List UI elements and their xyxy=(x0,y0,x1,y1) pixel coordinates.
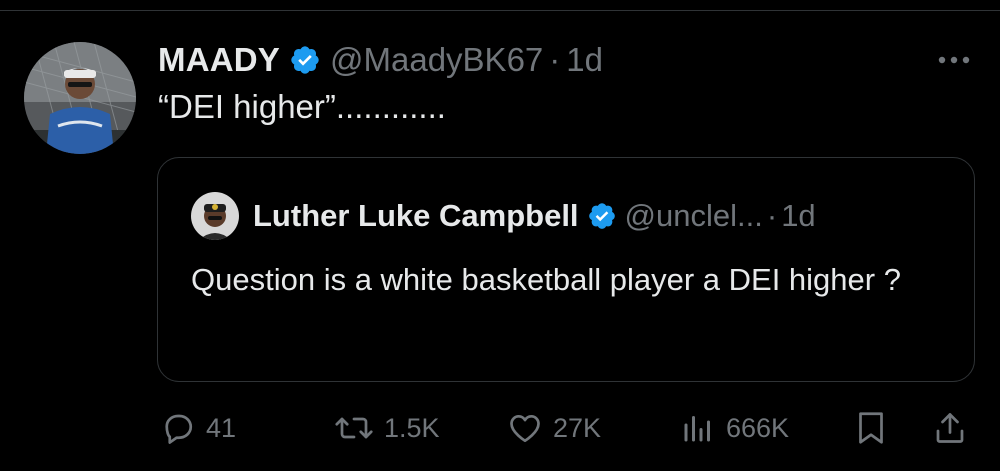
quoted-author-avatar-image xyxy=(191,192,239,240)
author-avatar-image xyxy=(24,42,136,154)
share-icon xyxy=(932,409,968,447)
top-divider xyxy=(0,10,1000,11)
tweet-header: MAADY @MaadyBK67 · 1d xyxy=(158,38,603,82)
tweet-text: “DEI higher”............ xyxy=(158,88,446,125)
like-icon xyxy=(507,410,543,446)
bookmark-button[interactable] xyxy=(853,406,889,450)
verified-badge-icon xyxy=(587,201,617,231)
quoted-timestamp[interactable]: 1d xyxy=(781,198,815,234)
separator-dot: · xyxy=(766,198,778,233)
views-button[interactable]: 666K xyxy=(680,406,789,450)
retweet-button[interactable]: 1.5K xyxy=(334,406,440,450)
reply-button[interactable]: 41 xyxy=(160,406,236,450)
more-icon[interactable] xyxy=(936,50,972,70)
quoted-author-handle[interactable]: @unclel... xyxy=(625,198,763,234)
quoted-tweet-card[interactable]: Luther Luke Campbell @unclel... · 1d Que… xyxy=(157,157,975,382)
action-bar: 41 1.5K 27K 666K xyxy=(0,400,1000,456)
timestamp[interactable]: 1d xyxy=(566,41,603,79)
reply-count: 41 xyxy=(206,412,237,443)
views-count: 666K xyxy=(726,412,790,443)
reply-icon xyxy=(160,410,196,446)
author-avatar[interactable] xyxy=(24,42,136,154)
author-handle[interactable]: @MaadyBK67 xyxy=(330,41,543,79)
share-button[interactable] xyxy=(932,406,968,450)
quoted-author-name[interactable]: Luther Luke Campbell xyxy=(253,198,579,234)
retweet-icon xyxy=(334,410,374,446)
like-count: 27K xyxy=(553,412,602,443)
verified-badge-icon xyxy=(289,44,321,76)
views-icon xyxy=(680,410,716,446)
author-name[interactable]: MAADY xyxy=(158,41,280,79)
like-button[interactable]: 27K xyxy=(507,406,601,450)
quoted-tweet-header: Luther Luke Campbell @unclel... · 1d xyxy=(253,195,816,237)
quoted-tweet-text: Question is a white basketball player a … xyxy=(191,262,901,297)
bookmark-icon xyxy=(853,409,889,447)
separator-dot: · xyxy=(549,41,561,78)
retweet-count: 1.5K xyxy=(384,412,440,443)
quoted-author-avatar[interactable] xyxy=(191,192,239,240)
